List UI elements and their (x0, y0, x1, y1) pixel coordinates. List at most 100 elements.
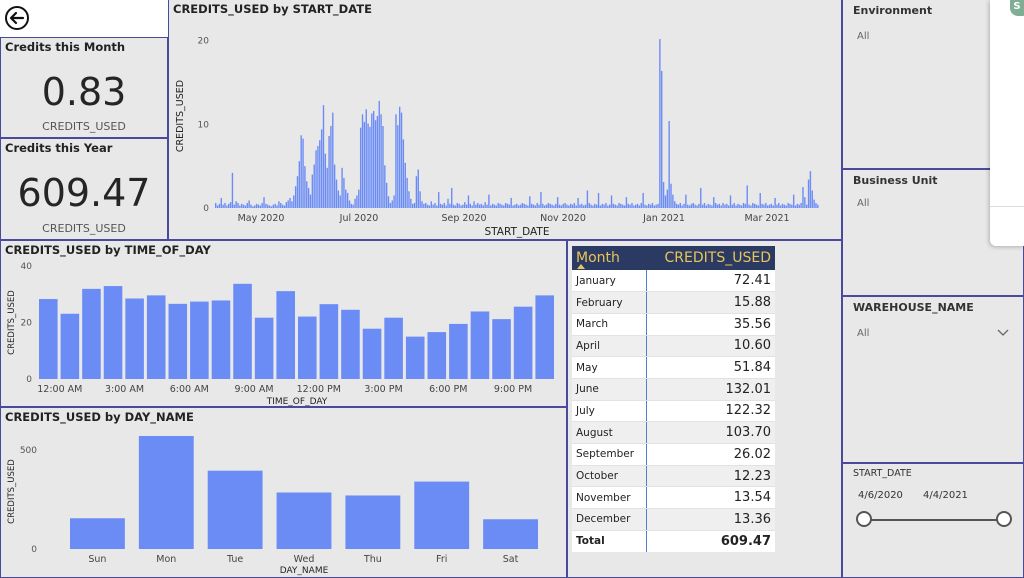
credits-cell: 26.02 (646, 443, 775, 466)
date-from-label[interactable]: 4/6/2020 (858, 490, 903, 501)
date-slider-handle-start[interactable] (856, 511, 872, 527)
chart-bar (644, 204, 646, 208)
chart-bar (438, 192, 440, 208)
chart-bar (590, 204, 592, 208)
month-cell: August (572, 421, 647, 444)
chart-bar (661, 70, 663, 208)
chart-bar (233, 283, 252, 379)
chart-bar (493, 204, 496, 208)
chart-bar (261, 202, 263, 208)
chart-bar (475, 204, 477, 208)
column-header-month[interactable]: Month (572, 246, 647, 270)
x-tick-label: Nov 2020 (540, 213, 586, 224)
chart-bar (514, 204, 516, 208)
chart-bar (748, 204, 750, 208)
chart-bar (761, 203, 763, 208)
chart-bar (501, 204, 503, 208)
chart-bar (207, 470, 263, 549)
overlay-badge-text: S (1013, 1, 1021, 12)
chart-bar (765, 202, 767, 208)
chart-bar (508, 204, 511, 208)
table-row: August 103.70 (572, 421, 775, 444)
chart-bar (582, 205, 585, 208)
table-row: April 10.60 (572, 335, 775, 358)
chart-bar (384, 317, 403, 379)
chart-bar (553, 205, 555, 208)
card-value: 0.83 (41, 70, 127, 114)
month-cell: July (572, 400, 647, 423)
chart-bar (707, 203, 709, 208)
chart-bar (229, 202, 232, 208)
chart-bar (222, 204, 224, 208)
chart-bar (326, 167, 328, 208)
chart-bar (483, 519, 538, 549)
column-header-credits[interactable]: CREDITS_USED (646, 246, 775, 270)
chart-bar (451, 187, 453, 208)
date-slider-handle-end[interactable] (996, 511, 1012, 527)
back-arrow-icon[interactable] (4, 5, 30, 31)
chart-bar (419, 191, 421, 208)
month-cell: October (572, 465, 647, 488)
slicer-title: Business Unit (853, 174, 938, 187)
chart-bar (726, 203, 728, 208)
start-date-chart: 0 10 20 May 2020 Jul 2020 Sep 2020 Nov 2020 Jan… (175, 37, 819, 238)
chart-bar (551, 204, 553, 208)
chart-bar (306, 181, 308, 208)
credits-cell: 132.01 (646, 378, 775, 401)
chart-bar (651, 202, 654, 208)
x-tick-label: 9:00 PM (494, 384, 532, 395)
chart-bar (564, 202, 566, 208)
chart-bar (456, 202, 458, 208)
chart-bar (616, 205, 618, 208)
chart-bar (233, 204, 235, 208)
chart-bar (703, 202, 706, 208)
chart-bar (657, 203, 659, 208)
business-unit-dropdown[interactable]: All (857, 198, 869, 209)
date-to-label[interactable]: 4/4/2021 (923, 490, 968, 501)
chart-bar (692, 202, 695, 208)
chart-bar (792, 194, 795, 208)
month-cell: September (572, 443, 647, 466)
chart-bar (737, 203, 739, 208)
chart-bar (595, 204, 598, 208)
chart-bar (289, 197, 291, 208)
x-tick-label: Jan 2021 (642, 213, 685, 224)
chart-bar (345, 495, 401, 549)
chart-bar (560, 205, 563, 208)
chart-bar (462, 204, 464, 208)
chart-bar (365, 109, 367, 208)
chart-bar (633, 205, 635, 208)
chart-bar (640, 202, 642, 208)
chart-bar (434, 202, 436, 208)
chart-bar (492, 319, 511, 379)
chart-bar (478, 204, 481, 208)
chart-bar (335, 179, 338, 208)
x-tick-label: Tue (226, 554, 243, 565)
chart-bar (333, 164, 336, 208)
chart-bar (276, 492, 332, 549)
chart-bar (744, 203, 747, 208)
chart-bar (356, 195, 358, 208)
chart-bar (740, 205, 743, 208)
y-tick-label: 40 (21, 262, 33, 272)
chart-bar (488, 194, 490, 208)
table-row: February 15.88 (572, 291, 775, 314)
chart-bar (267, 204, 269, 208)
overlay-badge[interactable]: S (1010, 0, 1024, 16)
chart-bar (319, 304, 339, 379)
chart-bar (345, 189, 347, 208)
chart-bar (228, 203, 230, 208)
chart-bar (255, 203, 258, 208)
chart-bar (254, 317, 274, 379)
chevron-down-icon[interactable] (997, 329, 1009, 337)
chart-bar (763, 204, 765, 208)
chart-bar (426, 204, 429, 208)
date-slider-track[interactable] (865, 519, 1005, 521)
chart-bar (317, 146, 319, 208)
chart-bar (484, 202, 486, 208)
x-axis-label: START_DATE (485, 226, 550, 238)
environment-dropdown[interactable]: All (857, 31, 869, 42)
chart-bar (556, 197, 559, 208)
chart-bar (211, 300, 231, 379)
warehouse-dropdown[interactable]: All (857, 328, 869, 339)
